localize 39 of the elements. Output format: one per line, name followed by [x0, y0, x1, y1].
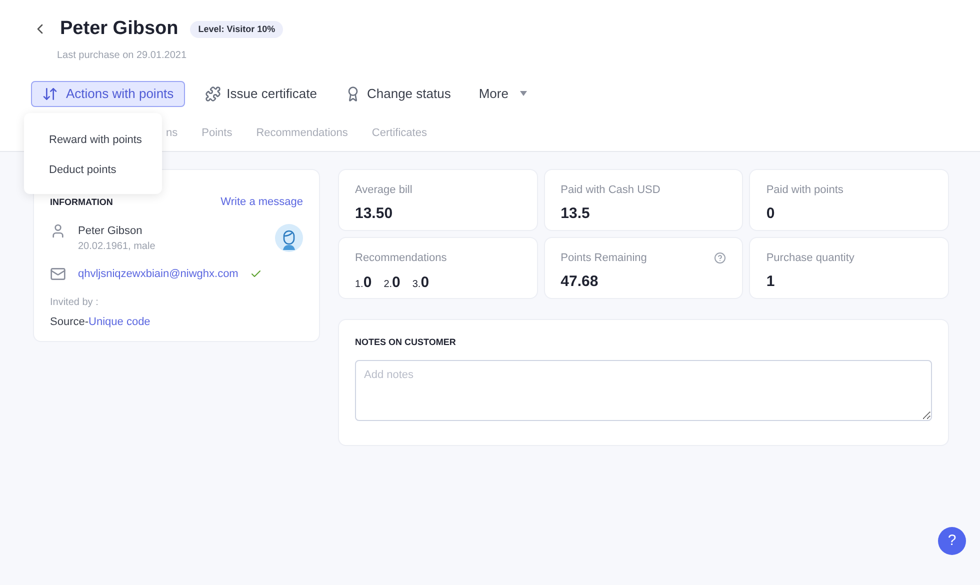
stat-value: 13.50 [355, 204, 393, 224]
actions-button[interactable]: Actions with points [31, 80, 185, 106]
level-value: 3.0 [412, 272, 430, 292]
stat-label: Recommendations [355, 251, 447, 266]
person-icon [50, 222, 66, 238]
help-button[interactable]: ? [938, 527, 966, 555]
level-value: 2.0 [384, 272, 400, 292]
notes-field[interactable]: Add notes [355, 360, 932, 420]
section-heading: NOTES ON CUSTOMER [355, 336, 456, 349]
stat-label: Points Remaining [560, 251, 647, 266]
action-button[interactable]: Issue certificate [196, 80, 325, 106]
stat-label: Average bill [355, 183, 412, 198]
stat-value: 47.68 [560, 272, 598, 292]
stat-value: 0 [766, 204, 775, 224]
action-button[interactable]: Change status [337, 80, 459, 106]
stat-label: Purchase quantity [766, 251, 854, 266]
section-heading: INFORMATION [50, 196, 113, 208]
stat-label: Paid with points [766, 183, 844, 198]
avatar-icon [275, 224, 303, 252]
stat-label: Paid with Cash USD [560, 183, 660, 198]
caret-icon [520, 91, 528, 96]
write-message-link[interactable]: Write a message [220, 194, 303, 210]
email-link[interactable]: qhvljsniqzewxbiain@niwghx.com [78, 266, 238, 282]
mail-icon [50, 266, 66, 282]
source-text: Source-Unique code [50, 314, 150, 330]
menu-item[interactable]: Reward with points [24, 124, 162, 155]
customer-name: Peter Gibson [60, 17, 178, 41]
menu-item[interactable]: Deduct points [24, 155, 162, 186]
stat-value: 13.5 [560, 204, 590, 224]
customer-details: 20.02.1961, male [78, 240, 156, 254]
level-value: 1.0 [355, 272, 372, 292]
puzzle-icon [204, 86, 221, 102]
stat-value: 1 [766, 272, 775, 292]
invited-label: Invited by : [50, 296, 98, 310]
more-button[interactable]: More [470, 80, 536, 106]
last-purchase: Last purchase on 29.01.2021 [56, 48, 187, 62]
sort-arrows-icon [42, 86, 58, 102]
customer-full-name: Peter Gibson [78, 224, 144, 238]
level-badge: Level: Visitor 10% [190, 20, 284, 38]
